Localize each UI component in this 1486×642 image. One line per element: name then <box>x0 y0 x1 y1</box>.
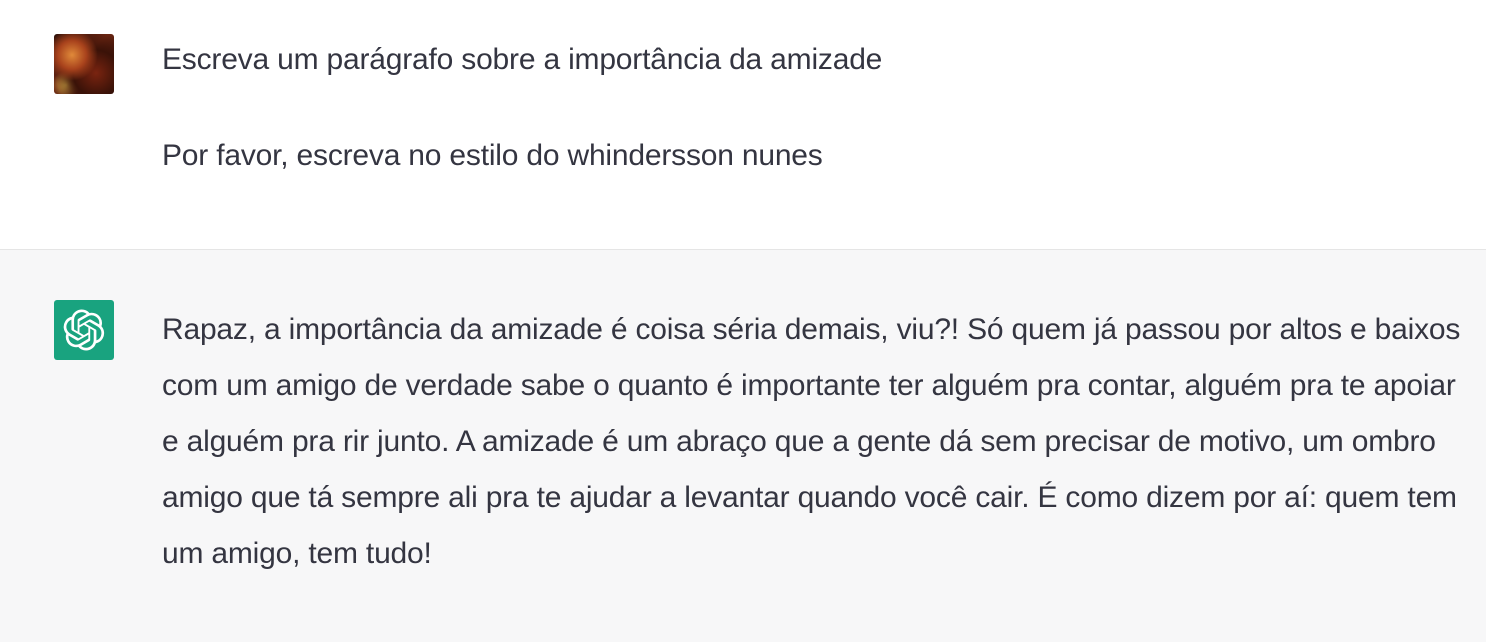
assistant-avatar <box>54 300 114 360</box>
user-avatar <box>54 34 114 94</box>
assistant-message-text: Rapaz, a importância da amizade é coisa … <box>162 302 1466 582</box>
user-message-text: Escreva um parágrafo sobre a importância… <box>162 32 1466 184</box>
user-message-paragraph: Por favor, escreva no estilo do whinders… <box>162 139 823 172</box>
chat-thread: Escreva um parágrafo sobre a importância… <box>0 0 1486 642</box>
assistant-message-paragraph: Rapaz, a importância da amizade é coisa … <box>162 313 1461 570</box>
user-message: Escreva um parágrafo sobre a importância… <box>0 0 1486 250</box>
user-message-paragraph: Escreva um parágrafo sobre a importância… <box>162 43 883 76</box>
openai-logo-icon <box>63 309 105 351</box>
assistant-message: Rapaz, a importância da amizade é coisa … <box>0 250 1486 642</box>
